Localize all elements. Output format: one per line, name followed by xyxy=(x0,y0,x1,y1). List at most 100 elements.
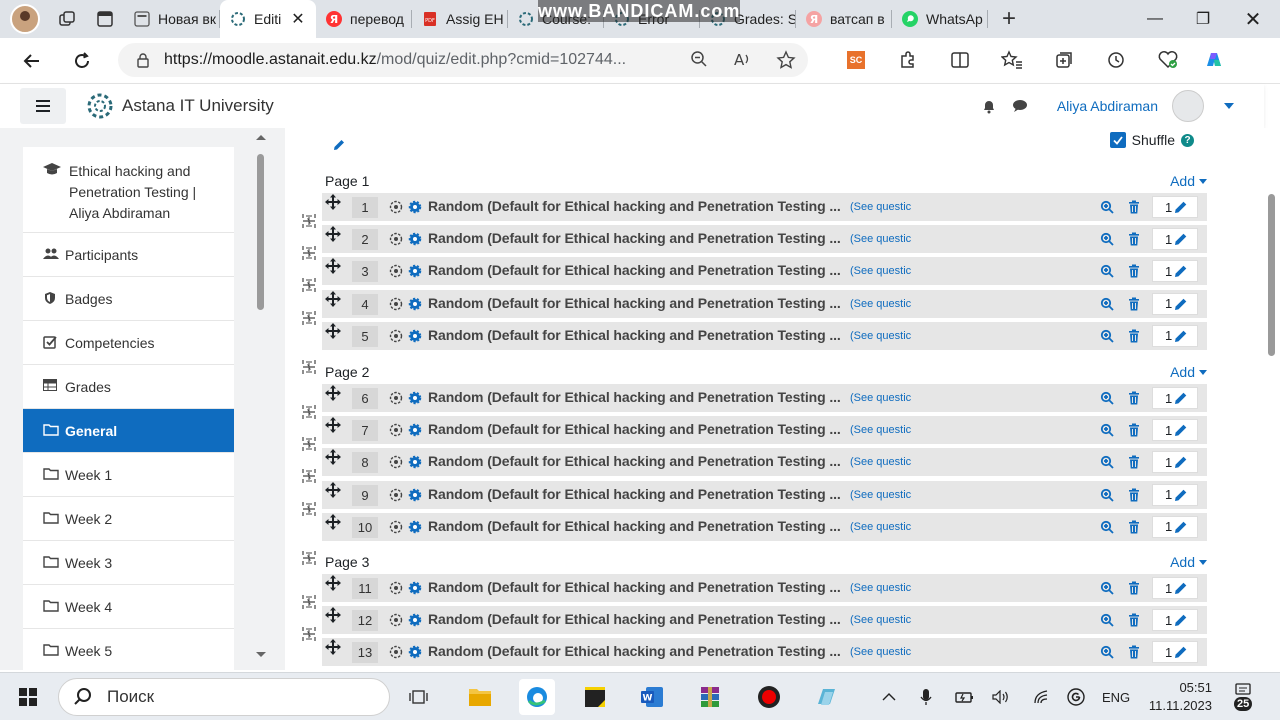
url-bar[interactable]: https://moodle.astanait.edu.kz/mod/quiz/… xyxy=(118,43,808,77)
sticky-notes-icon[interactable] xyxy=(577,679,613,715)
settings-gear-icon[interactable] xyxy=(408,329,422,343)
repaginate-icon[interactable] xyxy=(302,468,316,484)
settings-gear-icon[interactable] xyxy=(408,488,422,502)
repaginate-icon[interactable] xyxy=(302,501,316,517)
drawer-course-link[interactable]: Ethical hacking and Penetration Testing … xyxy=(23,147,234,233)
max-mark-field[interactable]: 1 xyxy=(1152,451,1198,474)
delete-trash-icon[interactable] xyxy=(1128,297,1140,311)
max-mark-field[interactable]: 1 xyxy=(1152,228,1198,251)
collections-icon[interactable] xyxy=(1038,44,1090,76)
edit-mark-pencil-icon[interactable] xyxy=(1174,423,1188,437)
max-mark-field[interactable]: 1 xyxy=(1152,641,1198,664)
question-title[interactable]: Random (Default for Ethical hacking and … xyxy=(428,198,848,214)
favorite-star-icon[interactable] xyxy=(776,50,796,70)
repaginate-icon[interactable] xyxy=(302,310,316,326)
edit-mark-pencil-icon[interactable] xyxy=(1174,581,1188,595)
delete-trash-icon[interactable] xyxy=(1128,329,1140,343)
preview-zoom-icon[interactable] xyxy=(1100,488,1114,502)
preview-zoom-icon[interactable] xyxy=(1100,264,1114,279)
shuffle-checkbox[interactable] xyxy=(1109,132,1126,148)
see-questions-link[interactable]: (See questic xyxy=(850,456,920,468)
see-questions-link[interactable]: (See questic xyxy=(850,201,920,213)
max-mark-field[interactable]: 1 xyxy=(1152,260,1198,283)
see-questions-link[interactable]: (See questic xyxy=(850,233,920,245)
settings-gear-icon[interactable] xyxy=(408,613,422,627)
move-icon[interactable] xyxy=(325,226,341,243)
clock[interactable]: 05:51 11.11.2023 xyxy=(1146,673,1212,721)
split-screen-icon[interactable] xyxy=(934,44,986,76)
move-icon[interactable] xyxy=(325,322,341,339)
edit-mark-pencil-icon[interactable] xyxy=(1174,520,1188,534)
edge-taskbar-icon[interactable] xyxy=(519,679,555,715)
preview-zoom-icon[interactable] xyxy=(1100,391,1114,405)
notification-center[interactable]: 25 xyxy=(1234,673,1253,721)
repaginate-icon[interactable] xyxy=(302,404,316,420)
question-title[interactable]: Random (Default for Ethical hacking and … xyxy=(428,486,848,502)
drawer-item-week-2[interactable]: Week 2 xyxy=(23,497,234,541)
windows-start-icon[interactable] xyxy=(10,679,46,715)
settings-gear-icon[interactable] xyxy=(408,391,422,405)
max-mark-field[interactable]: 1 xyxy=(1152,196,1198,218)
drawer-item-grades[interactable]: Grades xyxy=(23,365,234,409)
settings-gear-icon[interactable] xyxy=(408,264,422,278)
move-icon[interactable] xyxy=(325,290,341,307)
max-mark-field[interactable]: 1 xyxy=(1152,577,1198,599)
profile-avatar[interactable] xyxy=(10,4,40,34)
question-title[interactable]: Random (Default for Ethical hacking and … xyxy=(428,295,848,311)
settings-gear-icon[interactable] xyxy=(408,520,422,534)
see-questions-link[interactable]: (See questic xyxy=(850,265,920,277)
add-menu-button[interactable]: Add xyxy=(1170,173,1207,189)
see-questions-link[interactable]: (See questic xyxy=(850,298,920,310)
settings-gear-icon[interactable] xyxy=(408,200,422,214)
drawer-item-week-4[interactable]: Week 4 xyxy=(23,585,234,629)
user-name[interactable]: Aliya Abdiraman xyxy=(1057,98,1158,114)
new-tab-icon[interactable]: + xyxy=(994,4,1024,34)
move-icon[interactable] xyxy=(325,194,341,210)
drawer-scrollbar[interactable] xyxy=(252,132,270,670)
task-view-icon[interactable] xyxy=(402,679,438,715)
drawer-item-participants[interactable]: Participants xyxy=(23,233,234,277)
volume-icon[interactable] xyxy=(992,673,1010,721)
edit-mark-pencil-icon[interactable] xyxy=(1174,232,1188,246)
bandicam-record-icon[interactable] xyxy=(751,679,787,715)
see-questions-link[interactable]: (See questic xyxy=(850,424,920,436)
preview-zoom-icon[interactable] xyxy=(1100,455,1114,470)
see-questions-link[interactable]: (See questic xyxy=(850,646,920,658)
chevron-down-icon[interactable] xyxy=(1224,103,1234,109)
edit-mark-pencil-icon[interactable] xyxy=(1174,297,1188,311)
max-mark-field[interactable]: 1 xyxy=(1152,387,1198,409)
read-aloud-icon[interactable]: A xyxy=(732,50,752,70)
question-title[interactable]: Random (Default for Ethical hacking and … xyxy=(428,389,848,405)
repaginate-icon[interactable] xyxy=(302,245,316,261)
move-icon[interactable] xyxy=(325,607,341,624)
question-title[interactable]: Random (Default for Ethical hacking and … xyxy=(428,579,848,595)
extensions-puzzle-icon[interactable] xyxy=(882,44,934,76)
lock-icon[interactable] xyxy=(136,52,150,68)
edit-mark-pencil-icon[interactable] xyxy=(1174,488,1188,502)
microphone-icon[interactable] xyxy=(920,673,932,721)
add-menu-button[interactable]: Add xyxy=(1170,554,1207,570)
delete-trash-icon[interactable] xyxy=(1128,232,1140,246)
browser-tab-active[interactable]: Editi ✕ xyxy=(220,0,316,38)
back-icon[interactable] xyxy=(14,43,50,79)
browser-tab[interactable]: Я перевод xyxy=(316,0,412,38)
max-mark-field[interactable]: 1 xyxy=(1152,483,1198,506)
move-icon[interactable] xyxy=(325,258,341,275)
see-questions-link[interactable]: (See questic xyxy=(850,392,920,404)
delete-trash-icon[interactable] xyxy=(1128,391,1140,405)
scroll-down-arrow-icon[interactable] xyxy=(252,650,270,660)
edit-mark-pencil-icon[interactable] xyxy=(1174,329,1188,343)
question-title[interactable]: Random (Default for Ethical hacking and … xyxy=(428,643,848,659)
workspaces-icon[interactable] xyxy=(52,4,82,34)
drawer-item-competencies[interactable]: Competencies xyxy=(23,321,234,365)
snipping-tool-icon[interactable] xyxy=(808,679,844,715)
browser-tab[interactable]: Новая вк xyxy=(124,0,220,38)
close-window-icon[interactable]: ✕ xyxy=(1228,0,1278,38)
tab-actions-icon[interactable] xyxy=(90,4,120,34)
question-title[interactable]: Random (Default for Ethical hacking and … xyxy=(428,230,848,246)
show-hidden-icons[interactable] xyxy=(882,673,896,721)
browser-tab[interactable]: WhatsAp xyxy=(892,0,988,38)
close-tab-icon[interactable]: ✕ xyxy=(291,9,304,29)
move-icon[interactable] xyxy=(325,575,341,591)
refresh-icon[interactable] xyxy=(64,43,100,79)
